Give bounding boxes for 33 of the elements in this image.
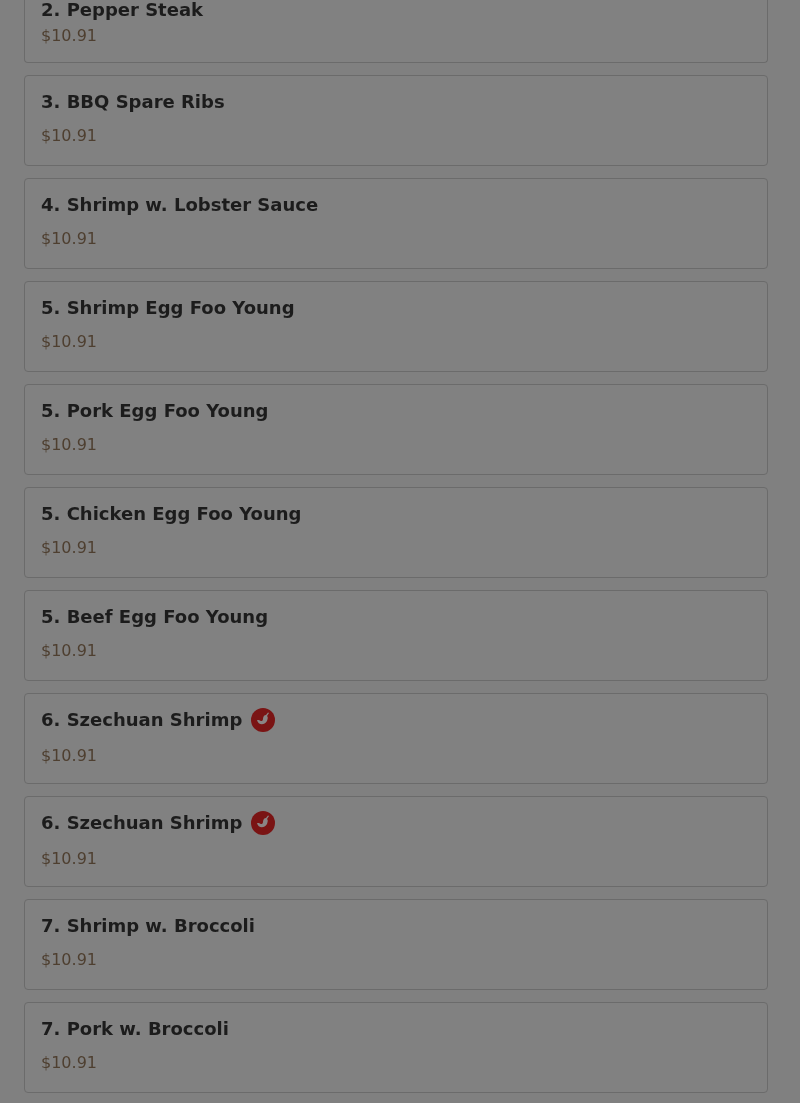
menu-item-card[interactable]: 3. BBQ Spare Ribs $10.91 bbox=[24, 75, 768, 166]
item-name: 5. Chicken Egg Foo Young bbox=[41, 502, 302, 526]
item-name: 4. Shrimp w. Lobster Sauce bbox=[41, 193, 319, 217]
item-name: 2. Pepper Steak bbox=[41, 0, 204, 20]
item-price: $10.91 bbox=[41, 229, 98, 249]
menu-item-card[interactable]: 2. Pepper Steak $10.91 bbox=[24, 0, 768, 63]
item-name: 7. Shrimp w. Broccoli bbox=[41, 914, 255, 938]
item-price: $10.91 bbox=[41, 849, 98, 869]
item-price: $10.91 bbox=[41, 1053, 98, 1073]
item-price: $10.91 bbox=[41, 746, 98, 766]
item-name: 5. Shrimp Egg Foo Young bbox=[41, 296, 295, 320]
item-name: 3. BBQ Spare Ribs bbox=[41, 90, 225, 114]
item-price: $10.91 bbox=[41, 538, 98, 558]
menu-item-card[interactable]: 5. Chicken Egg Foo Young $10.91 bbox=[24, 487, 768, 578]
item-price: $10.91 bbox=[41, 950, 98, 970]
item-name: 6. Szechuan Shrimp bbox=[41, 708, 243, 732]
menu-item-card[interactable]: 5. Beef Egg Foo Young $10.91 bbox=[24, 590, 768, 681]
menu-item-card[interactable]: 7. Pork w. Broccoli $10.91 bbox=[24, 1002, 768, 1093]
menu-item-card[interactable]: 7. Shrimp w. Broccoli $10.91 bbox=[24, 899, 768, 990]
menu-item-card[interactable]: 4. Shrimp w. Lobster Sauce $10.91 bbox=[24, 178, 768, 269]
item-price: $10.91 bbox=[41, 126, 98, 146]
item-price: $10.91 bbox=[41, 332, 98, 352]
menu-item-card[interactable]: 6. Szechuan Shrimp $10.91 bbox=[24, 796, 768, 887]
menu-item-card[interactable]: 5. Shrimp Egg Foo Young $10.91 bbox=[24, 281, 768, 372]
item-name: 5. Beef Egg Foo Young bbox=[41, 605, 269, 629]
item-name: 7. Pork w. Broccoli bbox=[41, 1017, 229, 1041]
menu-item-card[interactable]: 5. Pork Egg Foo Young $10.91 bbox=[24, 384, 768, 475]
item-name: 6. Szechuan Shrimp bbox=[41, 811, 243, 835]
item-price: $10.91 bbox=[41, 641, 98, 661]
item-price: $10.91 bbox=[41, 435, 98, 455]
item-price: $10.91 bbox=[41, 26, 98, 46]
menu-item-card[interactable]: 6. Szechuan Shrimp $10.91 bbox=[24, 693, 768, 784]
item-name: 5. Pork Egg Foo Young bbox=[41, 399, 269, 423]
